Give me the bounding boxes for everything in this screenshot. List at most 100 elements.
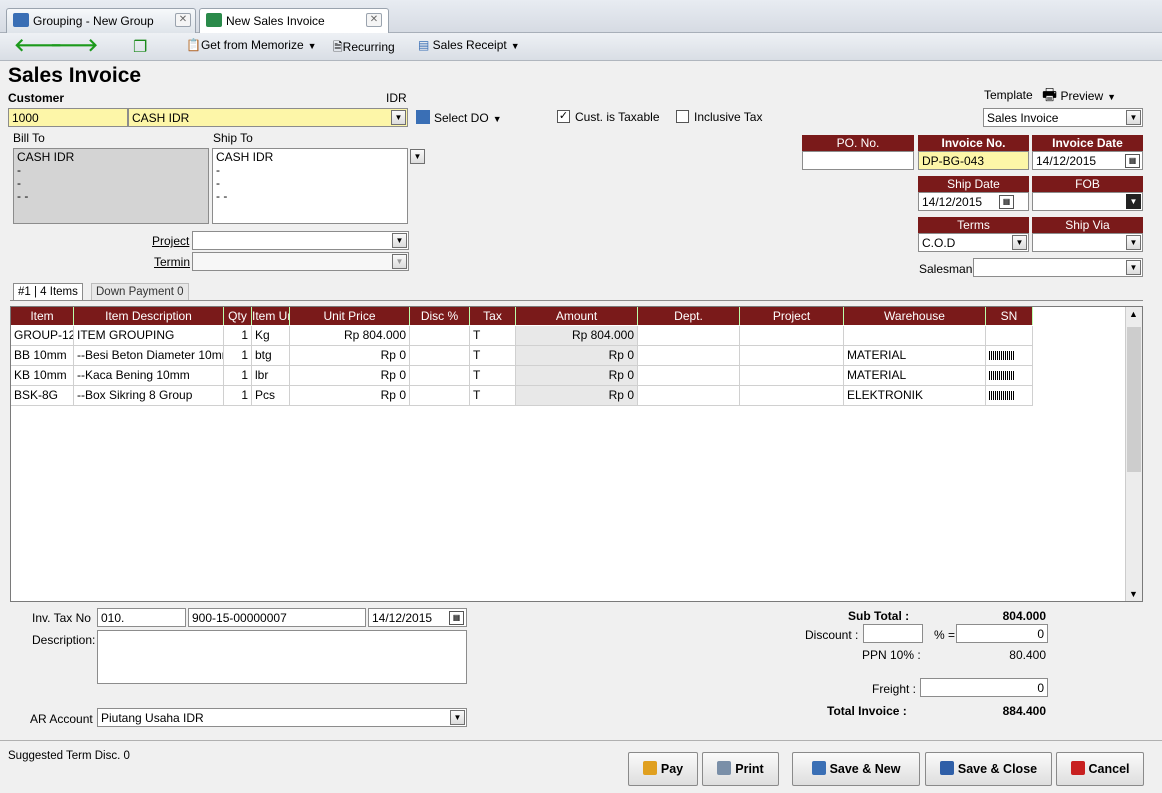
column-header[interactable]: Item Unit [252, 307, 290, 325]
cell-tax[interactable]: T [470, 386, 516, 406]
tab-grouping[interactable]: Grouping - New Group ✕ [6, 8, 196, 33]
column-header[interactable]: Amount [516, 307, 638, 325]
discount-percent-input[interactable] [863, 624, 923, 643]
description-textarea[interactable] [97, 630, 467, 684]
cell-warehouse[interactable]: MATERIAL [844, 366, 986, 386]
cell-sn[interactable] [986, 386, 1033, 406]
cancel-button[interactable]: Cancel [1056, 752, 1144, 786]
save-new-button[interactable]: Save & New [792, 752, 920, 786]
cell-warehouse[interactable] [844, 326, 986, 346]
cell-desc[interactable]: ITEM GROUPING [74, 326, 224, 346]
print-button[interactable]: Print [702, 752, 779, 786]
cell-unit[interactable]: btg [252, 346, 290, 366]
fob-select[interactable]: ▼ [1032, 192, 1143, 211]
chevron-up-icon[interactable]: ▲ [1129, 309, 1138, 319]
close-icon[interactable]: ✕ [366, 13, 382, 27]
column-header[interactable]: Warehouse [844, 307, 986, 325]
discount-value-input[interactable]: 0 [956, 624, 1048, 643]
cell-qty[interactable]: 1 [224, 326, 252, 346]
cell-amount[interactable]: Rp 804.000 [516, 326, 638, 346]
cell-tax[interactable]: T [470, 346, 516, 366]
recurring-button[interactable]: 🗎Recurring [333, 38, 395, 59]
column-header[interactable]: Dept. [638, 307, 740, 325]
cell-disc[interactable] [410, 326, 470, 346]
cell-warehouse[interactable]: MATERIAL [844, 346, 986, 366]
cell-item[interactable]: GROUP-12 [11, 326, 74, 346]
cell-dept[interactable] [638, 326, 740, 346]
cell-qty[interactable]: 1 [224, 366, 252, 386]
column-header[interactable]: Qty [224, 307, 252, 325]
cell-disc[interactable] [410, 386, 470, 406]
terms-select[interactable]: C.O.D ▼ [918, 233, 1029, 252]
column-header[interactable]: Item [11, 307, 74, 325]
pay-button[interactable]: Pay [628, 752, 698, 786]
cell-sn[interactable] [986, 366, 1033, 386]
preview-button[interactable]: 🖶 Preview ▼ [1042, 84, 1116, 111]
cell-tax[interactable]: T [470, 326, 516, 346]
column-header[interactable]: Unit Price [290, 307, 410, 325]
cell-unit[interactable]: lbr [252, 366, 290, 386]
tab-down-payment[interactable]: Down Payment 0 [91, 283, 189, 301]
copy-icon[interactable]: ❐ [133, 37, 147, 57]
cell-item[interactable]: BB 10mm [11, 346, 74, 366]
cell-project[interactable] [740, 326, 844, 346]
cell-unit[interactable]: Pcs [252, 386, 290, 406]
termin-select[interactable]: ▼ [192, 252, 409, 271]
column-header[interactable]: Item Description [74, 307, 224, 325]
ship-date-input[interactable]: 14/12/2015 ▦ [918, 192, 1029, 211]
select-do-button[interactable]: Select DO ▼ [416, 110, 502, 125]
chevron-down-icon[interactable]: ▼ [1129, 589, 1138, 599]
freight-input[interactable]: 0 [920, 678, 1048, 697]
cell-item[interactable]: KB 10mm [11, 366, 74, 386]
ship-via-select[interactable]: ▼ [1032, 233, 1143, 252]
cell-sn[interactable] [986, 346, 1033, 366]
calendar-icon[interactable]: ▦ [999, 195, 1014, 209]
customer-name-select[interactable]: CASH IDR ▼ [128, 108, 408, 127]
save-close-button[interactable]: Save & Close [925, 752, 1052, 786]
cust-taxable-checkbox[interactable]: ✓ [557, 110, 570, 123]
column-header[interactable]: Tax [470, 307, 516, 325]
po-no-input[interactable] [802, 151, 914, 170]
scrollbar-thumb[interactable] [1127, 327, 1141, 472]
cell-dept[interactable] [638, 366, 740, 386]
sales-receipt-button[interactable]: ▤ Sales Receipt ▼ [418, 38, 520, 52]
tab-items[interactable]: #1 | 4 Items [13, 283, 83, 301]
column-header[interactable]: Project [740, 307, 844, 325]
cell-sn[interactable] [986, 326, 1033, 346]
cell-dept[interactable] [638, 346, 740, 366]
column-header[interactable]: SN [986, 307, 1033, 325]
column-header[interactable]: Disc % [410, 307, 470, 325]
cell-qty[interactable]: 1 [224, 346, 252, 366]
cell-warehouse[interactable]: ELEKTRONIK [844, 386, 986, 406]
cell-desc[interactable]: --Besi Beton Diameter 10mm [74, 346, 224, 366]
customer-code-input[interactable]: 1000 [8, 108, 128, 127]
cell-unit[interactable]: Kg [252, 326, 290, 346]
ship-to-dropdown[interactable]: ▼ [410, 149, 425, 164]
project-select[interactable]: ▼ [192, 231, 409, 250]
tab-new-sales-invoice[interactable]: New Sales Invoice ✕ [199, 8, 389, 34]
cell-project[interactable] [740, 386, 844, 406]
cell-price[interactable]: Rp 0 [290, 346, 410, 366]
vertical-scrollbar[interactable]: ▲ ▼ [1125, 307, 1142, 601]
cell-dept[interactable] [638, 386, 740, 406]
inv-tax-number-input[interactable]: 900-15-00000007 [188, 608, 366, 627]
cell-tax[interactable]: T [470, 366, 516, 386]
close-icon[interactable]: ✕ [175, 13, 191, 27]
cell-item[interactable]: BSK-8G [11, 386, 74, 406]
inv-tax-date-input[interactable]: 14/12/2015 ▦ [368, 608, 467, 627]
cell-amount[interactable]: Rp 0 [516, 386, 638, 406]
cell-project[interactable] [740, 346, 844, 366]
cell-project[interactable] [740, 366, 844, 386]
forward-arrow-icon[interactable]: 🡒 [50, 35, 98, 56]
cell-amount[interactable]: Rp 0 [516, 346, 638, 366]
cell-qty[interactable]: 1 [224, 386, 252, 406]
invoice-no-input[interactable]: DP-BG-043 [918, 151, 1029, 170]
cell-disc[interactable] [410, 346, 470, 366]
cell-disc[interactable] [410, 366, 470, 386]
cell-desc[interactable]: --Kaca Bening 10mm [74, 366, 224, 386]
cell-price[interactable]: Rp 0 [290, 366, 410, 386]
get-from-memorize-button[interactable]: 📋Get from Memorize ▼ [186, 38, 317, 52]
calendar-icon[interactable]: ▦ [1125, 154, 1140, 168]
template-select[interactable]: Sales Invoice ▼ [983, 108, 1143, 127]
inclusive-tax-checkbox[interactable] [676, 110, 689, 123]
